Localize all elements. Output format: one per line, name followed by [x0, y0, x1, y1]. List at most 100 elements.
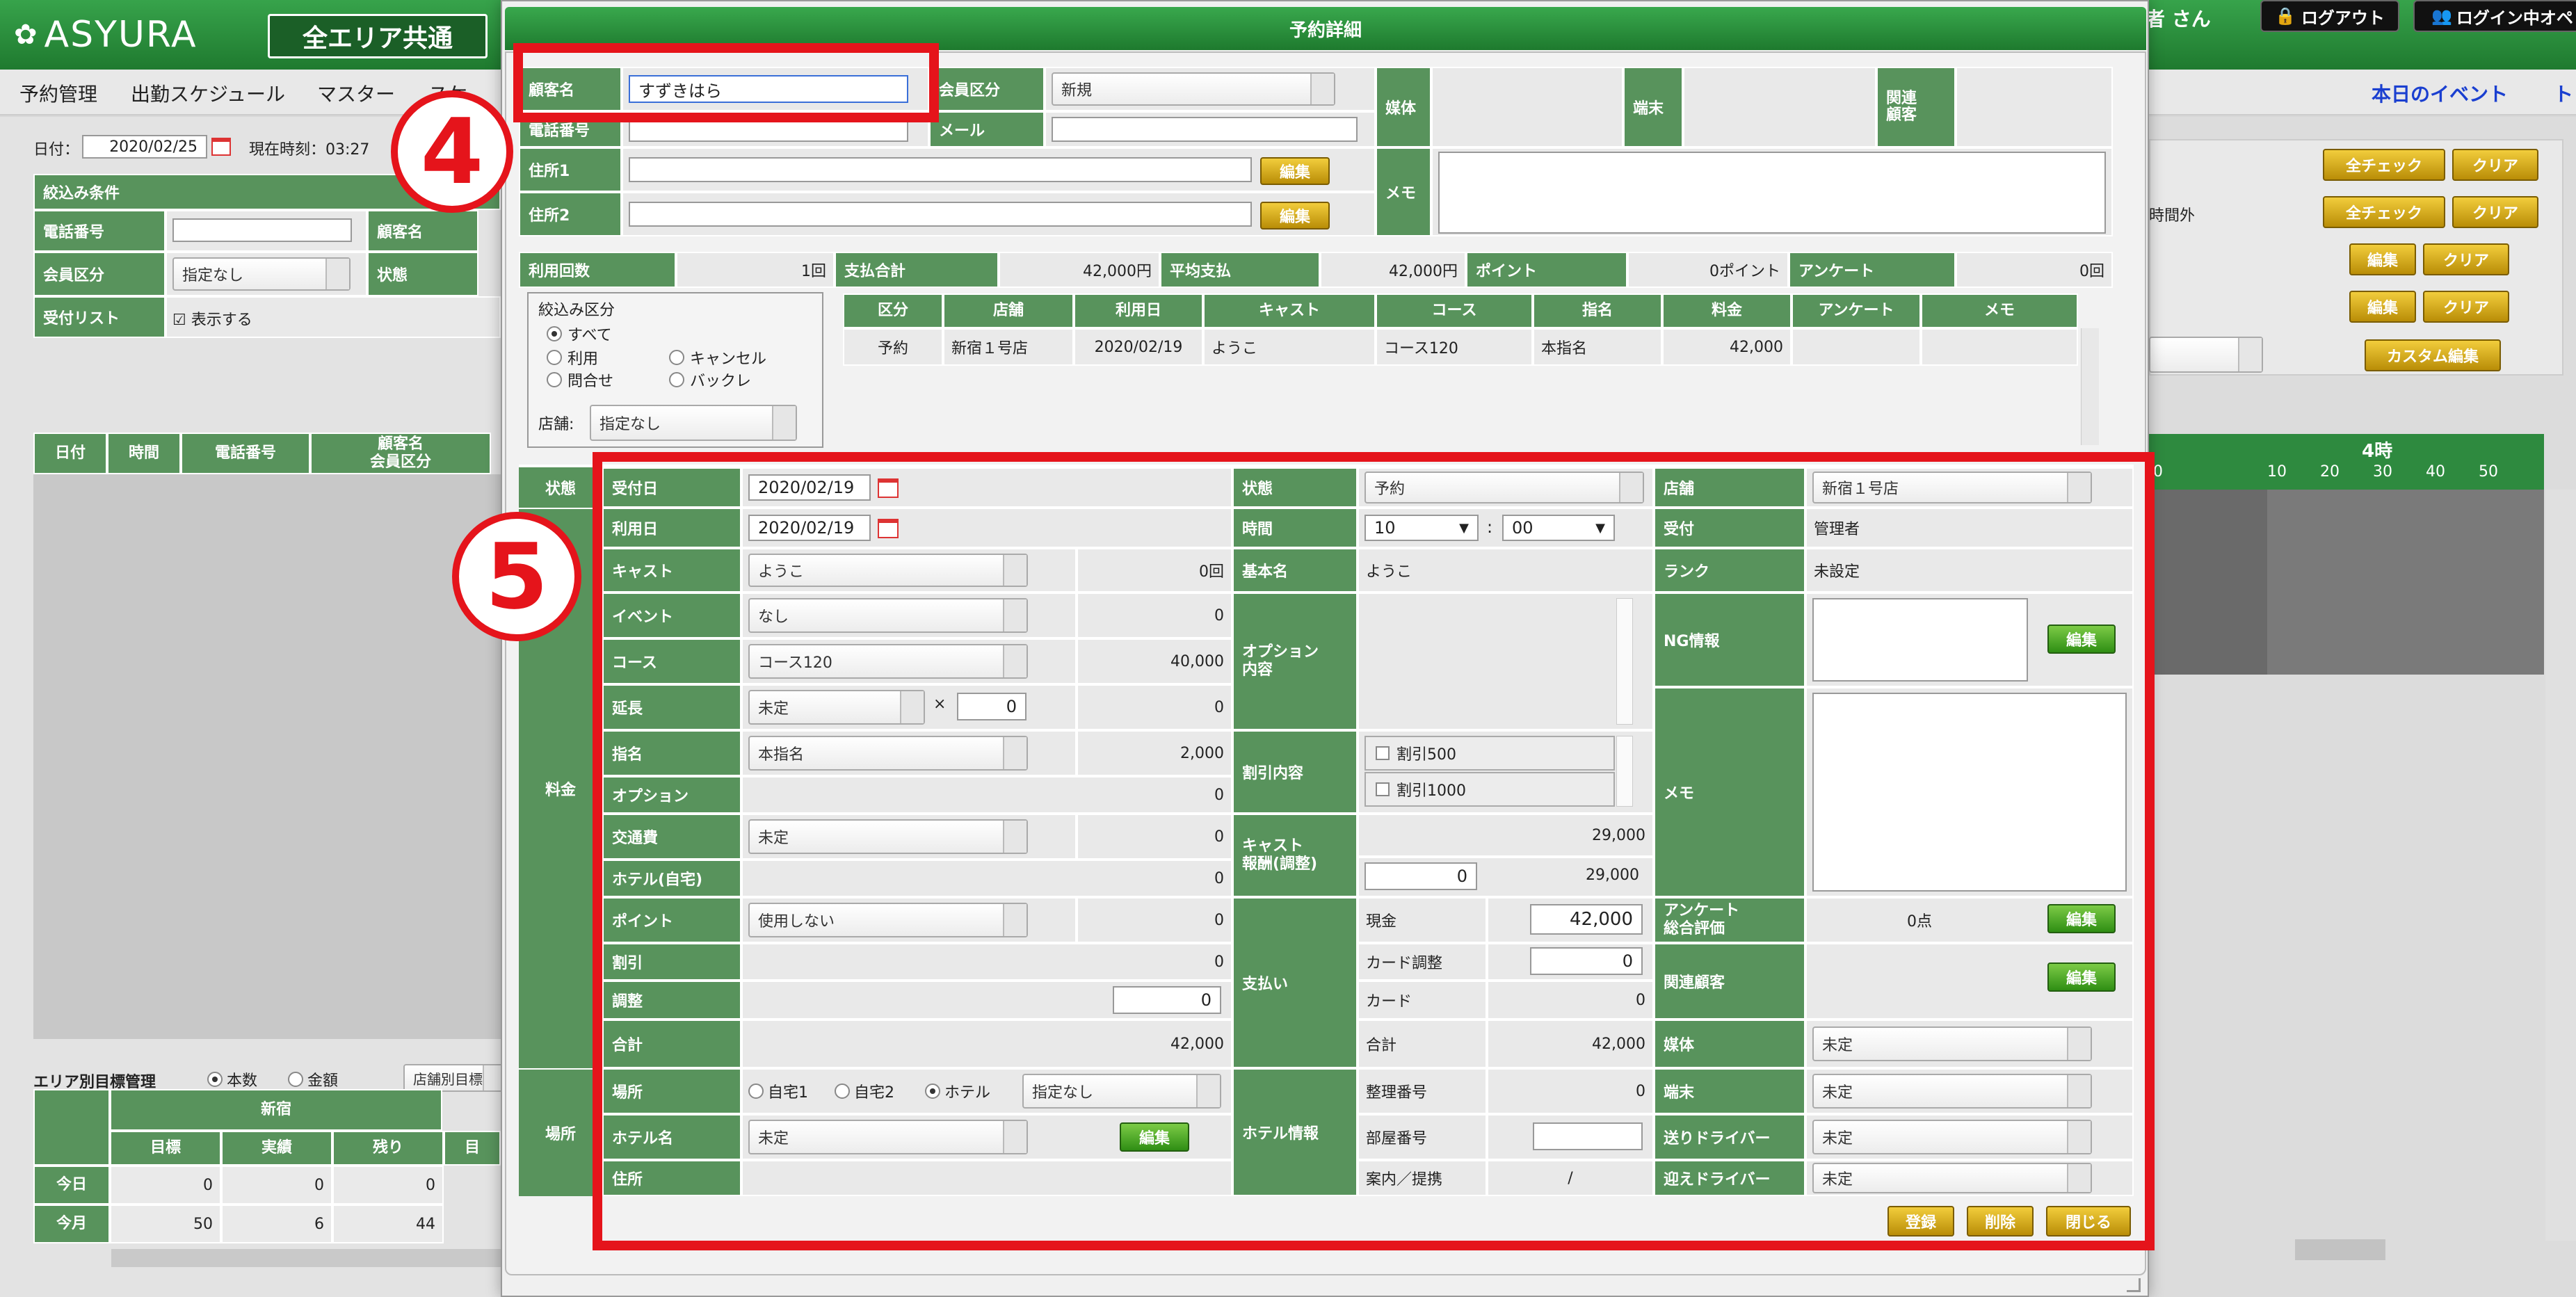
- memo-textarea[interactable]: [1438, 152, 2106, 234]
- ng-edit-button[interactable]: 編集: [2047, 625, 2116, 654]
- logout-button[interactable]: 🔒 ログアウト: [2260, 0, 2399, 32]
- filter-store-select[interactable]: 指定なし: [590, 405, 797, 441]
- place-home2[interactable]: 自宅2: [835, 1072, 894, 1110]
- related-edit-button[interactable]: 編集: [2047, 962, 2116, 992]
- customer-name-input[interactable]: すずきはら: [629, 75, 908, 103]
- hist-fee[interactable]: 42,000: [1662, 328, 1792, 366]
- filter-use[interactable]: 利用: [547, 346, 598, 369]
- hist-scrollbar[interactable]: [2081, 328, 2099, 445]
- minute-select[interactable]: 00 ▼: [1502, 515, 1615, 541]
- survey-edit-button[interactable]: 編集: [2047, 904, 2116, 933]
- phone-input[interactable]: [629, 117, 908, 142]
- custom-edit-button[interactable]: カスタム編集: [2365, 339, 2501, 371]
- address2-label: 住所2: [519, 192, 622, 236]
- place-select[interactable]: 指定なし: [1022, 1074, 1221, 1109]
- hist-survey[interactable]: [1792, 328, 1921, 366]
- hotel-edit-button[interactable]: 編集: [1120, 1122, 1189, 1152]
- ng-info-textarea[interactable]: [1812, 598, 2028, 682]
- pick-driver-select[interactable]: 未定: [1812, 1163, 2092, 1193]
- clear-button-4[interactable]: クリア: [2423, 291, 2509, 323]
- right-select[interactable]: [2149, 337, 2263, 373]
- hotel-name-select[interactable]: 未定: [748, 1120, 1028, 1154]
- hist-course[interactable]: コース120: [1376, 328, 1533, 366]
- close-button[interactable]: 閉じる: [2046, 1206, 2131, 1236]
- place-hotel[interactable]: ホテル: [925, 1072, 990, 1110]
- cast-pay-adj-input[interactable]: 0: [1365, 862, 1477, 890]
- resize-handle-icon[interactable]: [2127, 1278, 2141, 1292]
- receipt-calendar-icon[interactable]: [878, 478, 899, 498]
- member-type-select[interactable]: 新規: [1052, 72, 1335, 106]
- check-all-button-2[interactable]: 全チェック: [2323, 196, 2445, 228]
- address2-edit-button[interactable]: 編集: [1260, 202, 1330, 229]
- nomination-select[interactable]: 本指名: [748, 736, 1028, 771]
- filter-all[interactable]: すべて: [547, 323, 612, 345]
- filter-cancel[interactable]: キャンセル: [669, 346, 766, 369]
- hist-kind[interactable]: 予約: [843, 328, 943, 366]
- left-member-select[interactable]: 指定なし: [172, 257, 351, 291]
- radio-amount[interactable]: 金額: [288, 1068, 338, 1090]
- right-hscrollbar[interactable]: [2295, 1239, 2385, 1260]
- edit-button-r2[interactable]: 編集: [2349, 291, 2416, 323]
- filter-backcle[interactable]: バックレ: [669, 369, 751, 391]
- receipt-date-input[interactable]: 2020/02/19: [748, 474, 871, 501]
- option-content-scroll[interactable]: [1616, 598, 1633, 725]
- extension-count-input[interactable]: 0: [957, 693, 1027, 720]
- check-all-button-1[interactable]: 全チェック: [2323, 149, 2445, 181]
- point-use-select[interactable]: 使用しない: [748, 903, 1028, 937]
- hist-memo[interactable]: [1921, 328, 2078, 366]
- today-event-link[interactable]: 本日のイベント: [2372, 79, 2508, 107]
- use-calendar-icon[interactable]: [878, 519, 899, 538]
- room-no-input[interactable]: [1533, 1122, 1643, 1150]
- discount-scroll[interactable]: [1616, 736, 1633, 807]
- cast-select[interactable]: ようこ: [748, 554, 1028, 587]
- nav-item-schedule[interactable]: 出勤スケジュール: [131, 79, 285, 107]
- adjust-input[interactable]: 0: [1113, 986, 1221, 1014]
- address2-input[interactable]: [629, 202, 1252, 227]
- terminal2-select[interactable]: 未定: [1812, 1074, 2092, 1109]
- media2-select[interactable]: 未定: [1812, 1026, 2092, 1061]
- store-label: 店舗: [1654, 467, 1805, 508]
- left-phone-input[interactable]: [172, 218, 352, 242]
- hist-date[interactable]: 2020/02/19: [1074, 328, 1203, 366]
- filter-inquiry[interactable]: 問合せ: [547, 369, 613, 391]
- hist-nomination[interactable]: 本指名: [1533, 328, 1662, 366]
- left-show-checkbox[interactable]: ☑ 表示する: [172, 307, 252, 330]
- cash-input[interactable]: 42,000: [1530, 904, 1643, 935]
- login-status-button[interactable]: 👥ログイン中オペレ: [2413, 0, 2576, 32]
- left-hscrollbar[interactable]: [111, 1249, 501, 1267]
- clear-button-2[interactable]: クリア: [2452, 196, 2538, 228]
- discount-option-1000[interactable]: 割引1000: [1365, 772, 1615, 807]
- nav-right-cut[interactable]: ト: [2554, 79, 2573, 107]
- store-target-select[interactable]: 店舗別目標: [403, 1064, 508, 1092]
- state-select[interactable]: 予約: [1365, 472, 1644, 504]
- address1-input[interactable]: [629, 157, 1252, 182]
- discount-option-500[interactable]: 割引500: [1365, 736, 1615, 771]
- register-button[interactable]: 登録: [1887, 1206, 1954, 1236]
- right-vscrollbar[interactable]: [2545, 490, 2576, 1241]
- delete-button[interactable]: 削除: [1967, 1206, 2034, 1236]
- memo2-textarea[interactable]: [1812, 693, 2127, 892]
- calendar-icon[interactable]: [211, 138, 231, 156]
- date-input[interactable]: 2020/02/25: [82, 135, 207, 159]
- hist-store[interactable]: 新宿１号店: [943, 328, 1074, 366]
- store-select[interactable]: 新宿１号店: [1812, 472, 2092, 504]
- area-button[interactable]: 全エリア共通: [268, 14, 488, 58]
- event-select[interactable]: なし: [748, 598, 1028, 633]
- use-date-input[interactable]: 2020/02/19: [748, 515, 871, 541]
- nav-item-master[interactable]: マスター: [317, 79, 395, 107]
- nav-item-reservation[interactable]: 予約管理: [19, 79, 97, 107]
- radio-count[interactable]: 本数: [207, 1068, 257, 1090]
- place-home1[interactable]: 自宅1: [748, 1072, 808, 1110]
- send-driver-select[interactable]: 未定: [1812, 1120, 2092, 1154]
- course-select[interactable]: コース120: [748, 644, 1028, 679]
- clear-button-1[interactable]: クリア: [2452, 149, 2538, 181]
- mail-input[interactable]: [1052, 117, 1358, 142]
- clear-button-3[interactable]: クリア: [2423, 243, 2509, 275]
- card-adjust-input[interactable]: 0: [1530, 947, 1643, 975]
- hist-cast[interactable]: ようこ: [1203, 328, 1376, 366]
- edit-button-r1[interactable]: 編集: [2349, 243, 2416, 275]
- hour-select[interactable]: 10 ▼: [1365, 515, 1479, 541]
- extension-select[interactable]: 未定: [748, 690, 925, 725]
- address1-edit-button[interactable]: 編集: [1260, 157, 1330, 185]
- transport-select[interactable]: 未定: [748, 819, 1028, 854]
